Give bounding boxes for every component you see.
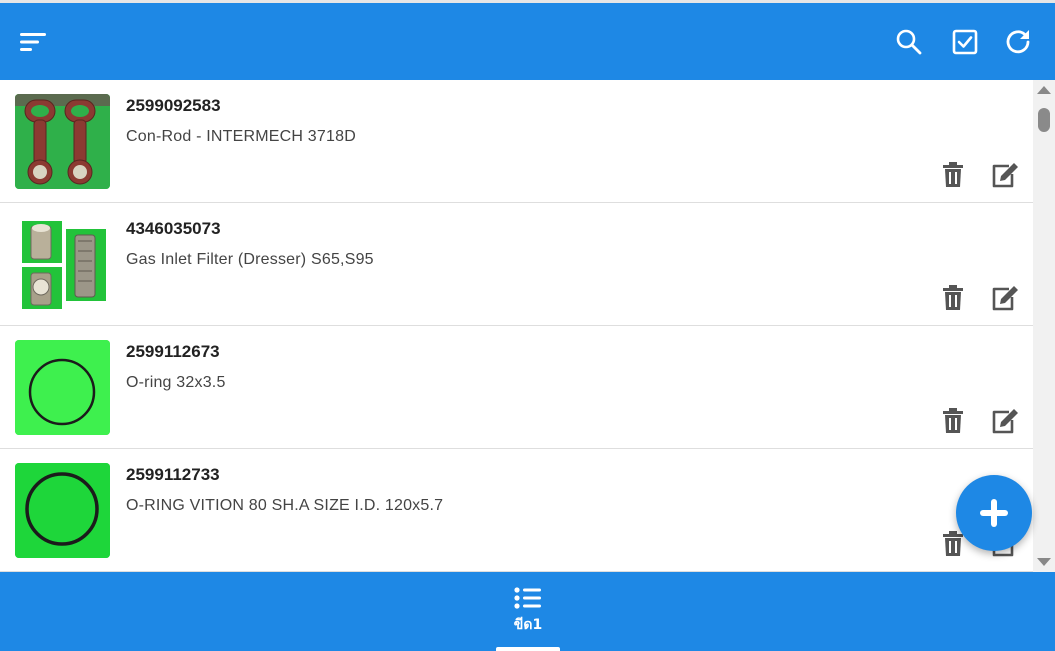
trash-icon bbox=[943, 285, 963, 310]
trash-icon bbox=[943, 162, 963, 187]
scroll-down-arrow-icon[interactable] bbox=[1037, 558, 1051, 566]
top-app-bar bbox=[0, 0, 1055, 80]
refresh-icon bbox=[1006, 30, 1030, 54]
filter-menu-icon bbox=[20, 33, 46, 51]
checkbox-icon bbox=[952, 29, 978, 55]
delete-button[interactable] bbox=[941, 408, 965, 434]
delete-button[interactable] bbox=[941, 285, 965, 311]
edit-button[interactable] bbox=[991, 408, 1019, 434]
item-code: 2599112733 bbox=[126, 465, 220, 484]
item-code: 2599092583 bbox=[126, 96, 221, 115]
delete-button[interactable] bbox=[941, 531, 965, 557]
edit-icon bbox=[992, 163, 1018, 188]
search-button[interactable] bbox=[894, 25, 924, 59]
list-icon bbox=[514, 587, 541, 609]
o-ring-photo-icon bbox=[15, 340, 110, 435]
plus-icon bbox=[980, 499, 1008, 527]
item-description: O-ring 32x3.5 bbox=[126, 374, 226, 391]
select-button[interactable] bbox=[950, 25, 980, 59]
trash-icon bbox=[943, 408, 963, 433]
edit-icon bbox=[992, 286, 1018, 311]
bottom-nav: ขีด1 bbox=[0, 572, 1055, 651]
item-thumbnail bbox=[15, 340, 110, 435]
scroll-thumb[interactable] bbox=[1038, 108, 1050, 132]
list-item[interactable]: 2599092583 Con-Rod - INTERMECH 3718D bbox=[0, 80, 1033, 203]
scrollbar[interactable] bbox=[1033, 80, 1055, 572]
tab-list[interactable]: ขีด1 bbox=[490, 586, 566, 651]
trash-icon bbox=[943, 531, 963, 556]
item-thumbnail bbox=[15, 217, 110, 312]
item-description: Con-Rod - INTERMECH 3718D bbox=[126, 128, 356, 145]
item-thumbnail bbox=[15, 94, 110, 189]
delete-button[interactable] bbox=[941, 162, 965, 188]
refresh-button[interactable] bbox=[1004, 25, 1034, 59]
gas-filter-photo-icon bbox=[22, 221, 106, 309]
add-item-button[interactable] bbox=[956, 475, 1032, 551]
o-ring-photo-icon bbox=[15, 463, 110, 558]
parts-list: 2599092583 Con-Rod - INTERMECH 3718D 434… bbox=[0, 80, 1055, 572]
item-description: Gas Inlet Filter (Dresser) S65,S95 bbox=[126, 251, 374, 268]
search-icon bbox=[896, 29, 922, 55]
edit-button[interactable] bbox=[991, 162, 1019, 188]
tab-label: ขีด1 bbox=[513, 617, 543, 633]
item-thumbnail bbox=[15, 463, 110, 558]
active-tab-indicator bbox=[496, 647, 560, 651]
item-code: 4346035073 bbox=[126, 219, 221, 238]
edit-icon bbox=[992, 409, 1018, 434]
scroll-up-arrow-icon[interactable] bbox=[1037, 86, 1051, 94]
list-item[interactable]: 2599112733 O-RING VITION 80 SH.A SIZE I.… bbox=[0, 449, 1033, 572]
item-description: O-RING VITION 80 SH.A SIZE I.D. 120x5.7 bbox=[126, 497, 444, 514]
item-code: 2599112673 bbox=[126, 342, 220, 361]
con-rod-photo-icon bbox=[15, 94, 110, 189]
list-item[interactable]: 4346035073 Gas Inlet Filter (Dresser) S6… bbox=[0, 203, 1033, 326]
edit-button[interactable] bbox=[991, 285, 1019, 311]
filter-menu-button[interactable] bbox=[18, 25, 48, 59]
list-item[interactable]: 2599112673 O-ring 32x3.5 bbox=[0, 326, 1033, 449]
